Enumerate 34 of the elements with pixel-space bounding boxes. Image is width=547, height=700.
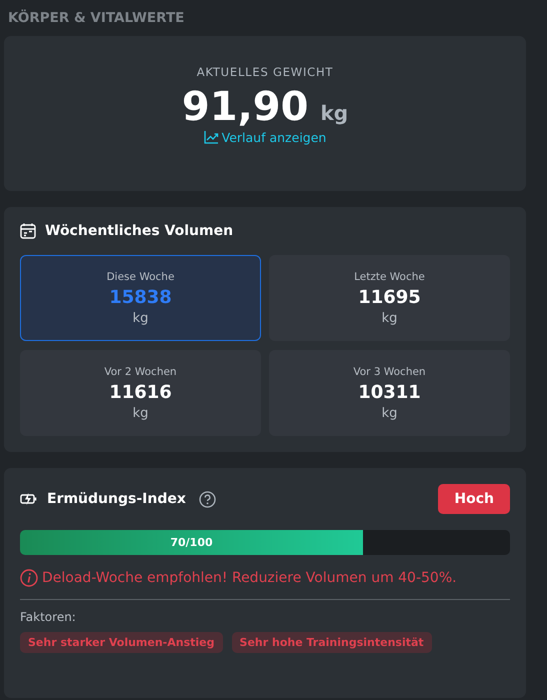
week-volume: 10311 (358, 382, 421, 402)
week-tile[interactable]: Diese Woche 15838 kg (20, 255, 261, 341)
week-unit: kg (132, 406, 148, 420)
week-tile[interactable]: Vor 3 Wochen 10311 kg (269, 350, 510, 436)
week-label: Vor 2 Wochen (104, 366, 177, 378)
weight-unit: kg (320, 101, 348, 125)
calendar-icon (20, 223, 36, 239)
weight-label: AKTUELLES GEWICHT (196, 65, 334, 79)
week-label: Letzte Woche (354, 270, 425, 282)
week-label: Diese Woche (106, 270, 174, 282)
week-volume: 11616 (109, 382, 172, 402)
week-tile[interactable]: Vor 2 Wochen 11616 kg (20, 350, 261, 436)
section-title: KÖRPER & VITALWERTE (7, 8, 186, 28)
week-unit: kg (382, 310, 398, 326)
week-volume: 11695 (358, 286, 421, 308)
help-icon[interactable] (198, 490, 216, 508)
history-link[interactable]: Verlauf anzeigen (204, 130, 326, 145)
fatigue-level-badge: Hoch (438, 484, 510, 514)
week-unit: kg (132, 310, 148, 326)
volume-title: Wöchentliches Volumen (45, 223, 234, 239)
weight-value: 91,90 (182, 85, 308, 129)
info-icon (20, 569, 38, 587)
deload-warning: Deload-Woche empfohlen! Reduziere Volumen um 40-50%. (42, 570, 457, 586)
week-tile[interactable]: Letzte Woche 11695 kg (269, 255, 510, 341)
factor-tag: Sehr starker Volumen-Anstieg (20, 632, 223, 653)
week-label: Vor 3 Wochen (353, 366, 426, 378)
week-volume: 15838 (109, 286, 172, 308)
battery-charging-icon (20, 493, 38, 505)
trend-chart-icon (204, 131, 219, 144)
factors-label: Faktoren: (20, 610, 77, 624)
fatigue-title: Ermüdungs-Index (47, 491, 186, 507)
week-unit: kg (382, 406, 398, 420)
factor-tag: Sehr hohe Trainingsintensität (232, 632, 432, 653)
progress-reading: 70/100 (169, 535, 214, 551)
